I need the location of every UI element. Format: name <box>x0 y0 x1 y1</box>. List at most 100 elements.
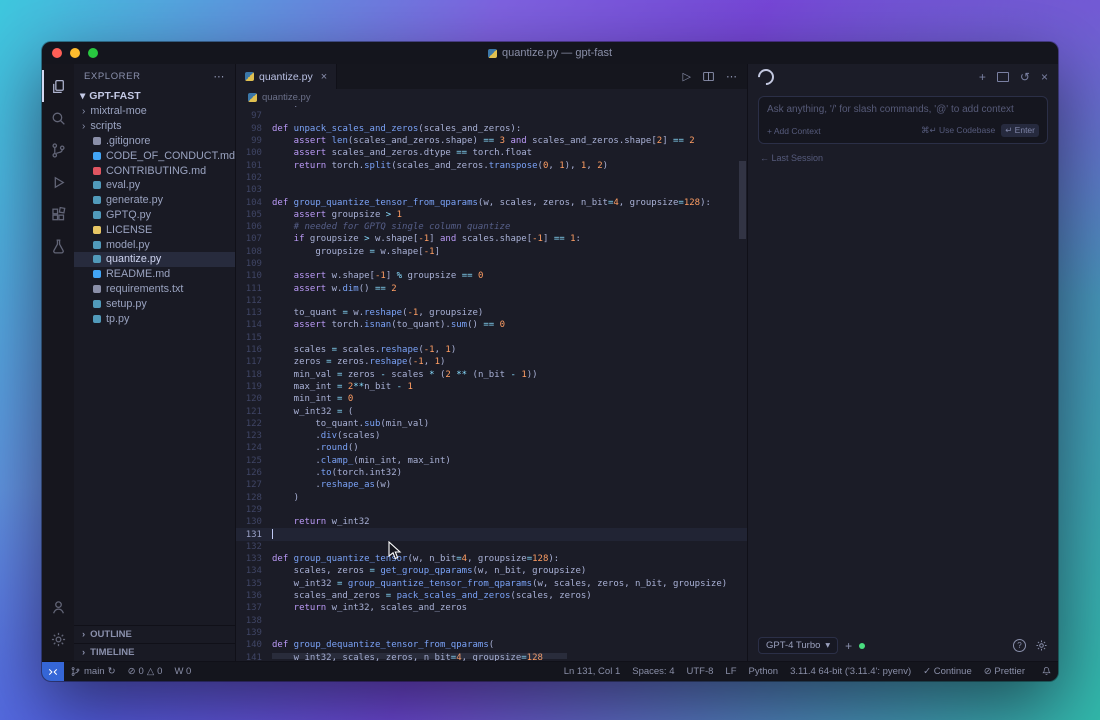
code-line-111[interactable]: 111 assert w.dim() == 2 <box>236 282 747 294</box>
accounts-icon[interactable] <box>42 591 74 623</box>
code-line-120[interactable]: 120 min_int = 0 <box>236 393 747 405</box>
code-line-125[interactable]: 125 .clamp_(min_int, max_int) <box>236 455 747 467</box>
breadcrumb[interactable]: quantize.py <box>236 89 747 106</box>
code-line-100[interactable]: 100 assert scales_and_zeros.dtype == tor… <box>236 147 747 159</box>
tree-item-model-py[interactable]: model.py <box>74 237 235 252</box>
code-line-115[interactable]: 115 <box>236 332 747 344</box>
tree-item-scripts[interactable]: ›scripts <box>74 119 235 134</box>
code-line-131[interactable]: 131 <box>236 528 747 540</box>
last-session-link[interactable]: ← Last Session <box>760 153 1046 163</box>
tree-item-setup-py[interactable]: setup.py <box>74 296 235 311</box>
code-line-98[interactable]: 98def unpack_scales_and_zeros(scales_and… <box>236 123 747 135</box>
code-line-113[interactable]: 113 to_quant = w.reshape(-1, groupsize) <box>236 307 747 319</box>
code-line-139[interactable]: 139 <box>236 627 747 639</box>
code-line-106[interactable]: 106 # needed for GPTQ single column quan… <box>236 221 747 233</box>
sync-icon[interactable]: ↻ <box>108 666 116 677</box>
code-line-123[interactable]: 123 .div(scales) <box>236 430 747 442</box>
code-line-127[interactable]: 127 .reshape_as(w) <box>236 479 747 491</box>
status-item[interactable]: Python <box>743 666 785 677</box>
horizontal-scrollbar[interactable] <box>272 653 567 659</box>
close-panel-icon[interactable]: × <box>1041 71 1048 83</box>
git-branch-item[interactable]: main ↻ <box>64 666 122 677</box>
tree-item-generate-py[interactable]: generate.py <box>74 193 235 208</box>
code-line-104[interactable]: 104def group_quantize_tensor_from_qparam… <box>236 196 747 208</box>
tree-item-gptq-py[interactable]: GPTQ.py <box>74 208 235 223</box>
run-file-icon[interactable]: ▷ <box>683 70 691 83</box>
add-context-button[interactable]: + Add Context <box>767 126 821 136</box>
new-session-icon[interactable]: + <box>979 71 986 83</box>
code-line-97[interactable]: 97 <box>236 110 747 122</box>
layout-icon[interactable] <box>997 72 1009 82</box>
title-bar[interactable]: quantize.py — gpt-fast <box>42 42 1058 64</box>
problems-item[interactable]: ⊘ 0 △ 0 <box>122 666 169 677</box>
tree-item-code-of-conduct-md[interactable]: CODE_OF_CONDUCT.md <box>74 148 235 163</box>
code-line-101[interactable]: 101 return torch.split(scales_and_zeros.… <box>236 159 747 171</box>
code-line-109[interactable]: 109 <box>236 258 747 270</box>
code-line-118[interactable]: 118 min_val = zeros - scales * (2 ** (n_… <box>236 369 747 381</box>
status-item[interactable]: ✓ Continue <box>917 666 978 677</box>
status-item[interactable]: ⊘ Prettier <box>978 666 1031 677</box>
code-line-112[interactable]: 112 <box>236 295 747 307</box>
tree-item-license[interactable]: LICENSE <box>74 222 235 237</box>
code-line-110[interactable]: 110 assert w.shape[-1] % groupsize == 0 <box>236 270 747 282</box>
status-item[interactable]: 3.11.4 64-bit ('3.11.4': pyenv) <box>784 666 917 677</box>
code-line-137[interactable]: 137 return w_int32, scales_and_zeros <box>236 602 747 614</box>
code-editor[interactable]: 96 )9798def unpack_scales_and_zeros(scal… <box>236 106 747 661</box>
search-icon[interactable] <box>42 102 74 134</box>
code-line-105[interactable]: 105 assert groupsize > 1 <box>236 209 747 221</box>
code-line-108[interactable]: 108 groupsize = w.shape[-1] <box>236 246 747 258</box>
remote-indicator[interactable] <box>42 662 64 681</box>
add-model-button[interactable]: + <box>845 639 852 653</box>
zoom-window-button[interactable] <box>88 48 98 58</box>
code-line-119[interactable]: 119 max_int = 2**n_bit - 1 <box>236 381 747 393</box>
code-line-99[interactable]: 99 assert len(scales_and_zeros.shape) ==… <box>236 135 747 147</box>
chat-input[interactable] <box>767 104 1039 115</box>
tree-item-requirements-txt[interactable]: requirements.txt <box>74 282 235 297</box>
code-line-136[interactable]: 136 scales_and_zeros = pack_scales_and_z… <box>236 590 747 602</box>
status-item[interactable]: UTF-8 <box>680 666 719 677</box>
code-line-116[interactable]: 116 scales = scales.reshape(-1, 1) <box>236 344 747 356</box>
code-line-129[interactable]: 129 <box>236 504 747 516</box>
vertical-scrollbar[interactable] <box>739 161 746 239</box>
help-icon[interactable]: ? <box>1013 639 1026 652</box>
code-line-122[interactable]: 122 to_quant.sub(min_val) <box>236 418 747 430</box>
code-line-128[interactable]: 128 ) <box>236 492 747 504</box>
code-line-102[interactable]: 102 <box>236 172 747 184</box>
history-icon[interactable]: ↺ <box>1020 71 1030 83</box>
code-line-134[interactable]: 134 scales, zeros = get_group_qparams(w,… <box>236 565 747 577</box>
code-line-114[interactable]: 114 assert torch.isnan(to_quant).sum() =… <box>236 319 747 331</box>
tree-item-tp-py[interactable]: tp.py <box>74 311 235 326</box>
code-line-135[interactable]: 135 w_int32 = group_quantize_tensor_from… <box>236 578 747 590</box>
code-line-133[interactable]: 133def group_quantize_tensor(w, n_bit=4,… <box>236 553 747 565</box>
tree-item-contributing-md[interactable]: CONTRIBUTING.md <box>74 163 235 178</box>
close-icon[interactable]: × <box>321 71 327 83</box>
status-extra-item[interactable]: W 0 <box>168 666 197 677</box>
testing-beaker-icon[interactable] <box>42 230 74 262</box>
more-actions-icon[interactable]: ⋯ <box>726 70 737 83</box>
code-line-138[interactable]: 138 <box>236 614 747 626</box>
tree-item-mixtral-moe[interactable]: ›mixtral-moe <box>74 104 235 119</box>
more-actions-icon[interactable]: ⋯ <box>213 70 225 83</box>
tree-item-eval-py[interactable]: eval.py <box>74 178 235 193</box>
code-line-107[interactable]: 107 if groupsize > w.shape[-1] and scale… <box>236 233 747 245</box>
status-item[interactable]: Ln 131, Col 1 <box>558 666 627 677</box>
model-selector[interactable]: GPT-4 Turbo ▾ <box>758 637 838 654</box>
chat-input-box[interactable]: + Add Context ⌘↵ Use Codebase ↵ Enter <box>758 96 1048 144</box>
tree-root-gpt-fast[interactable]: ▾ GPT-FAST <box>74 88 235 104</box>
code-line-124[interactable]: 124 .round() <box>236 442 747 454</box>
minimize-window-button[interactable] <box>70 48 80 58</box>
code-line-140[interactable]: 140def group_dequantize_tensor_from_qpar… <box>236 639 747 651</box>
outline-section[interactable]: › OUTLINE <box>74 625 235 643</box>
source-control-icon[interactable] <box>42 134 74 166</box>
settings-gear-icon[interactable] <box>1035 639 1048 652</box>
code-line-117[interactable]: 117 zeros = zeros.reshape(-1, 1) <box>236 356 747 368</box>
code-line-121[interactable]: 121 w_int32 = ( <box>236 405 747 417</box>
tree-item-quantize-py[interactable]: quantize.py <box>74 252 235 267</box>
extensions-icon[interactable] <box>42 198 74 230</box>
explorer-icon[interactable] <box>42 70 74 102</box>
notifications-bell-icon[interactable] <box>1035 666 1058 677</box>
run-debug-icon[interactable] <box>42 166 74 198</box>
status-item[interactable]: Spaces: 4 <box>626 666 680 677</box>
code-line-126[interactable]: 126 .to(torch.int32) <box>236 467 747 479</box>
split-editor-icon[interactable] <box>702 70 715 83</box>
